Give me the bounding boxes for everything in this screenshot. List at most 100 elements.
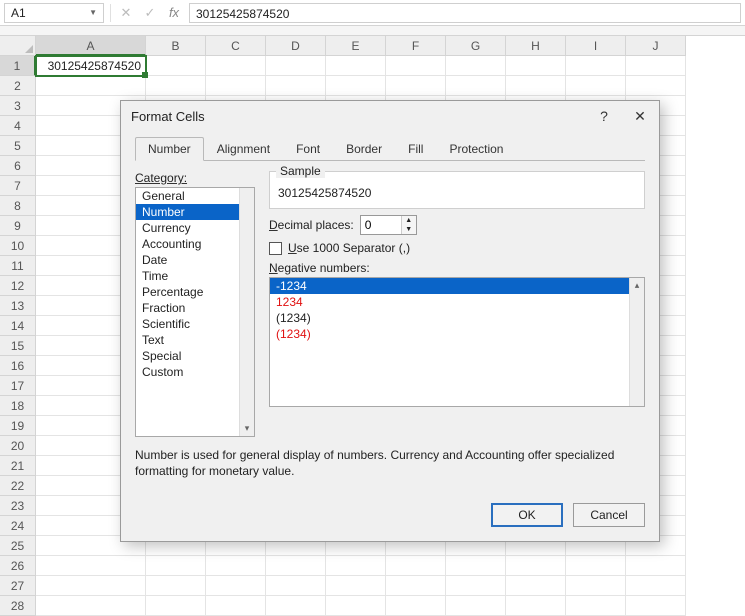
cell[interactable] (326, 76, 386, 96)
cell[interactable] (266, 56, 326, 76)
dialog-titlebar[interactable]: Format Cells ? ✕ (121, 101, 659, 131)
category-item[interactable]: Date (136, 252, 254, 268)
cell[interactable] (446, 56, 506, 76)
row-header[interactable]: 6 (0, 156, 36, 176)
row-header[interactable]: 3 (0, 96, 36, 116)
column-header[interactable]: E (326, 36, 386, 56)
cell[interactable] (146, 556, 206, 576)
row-header[interactable]: 1 (0, 56, 36, 76)
spinner-up[interactable]: ▲ (402, 216, 416, 225)
cell[interactable] (386, 76, 446, 96)
column-header[interactable]: F (386, 36, 446, 56)
cell[interactable] (36, 576, 146, 596)
cell[interactable] (326, 576, 386, 596)
category-item[interactable]: Percentage (136, 284, 254, 300)
category-item[interactable]: Accounting (136, 236, 254, 252)
cell[interactable] (206, 556, 266, 576)
cell[interactable] (446, 576, 506, 596)
category-item[interactable]: Number (136, 204, 254, 220)
category-item[interactable]: Special (136, 348, 254, 364)
cell[interactable] (626, 576, 686, 596)
row-header[interactable]: 2 (0, 76, 36, 96)
select-all-corner[interactable] (0, 36, 36, 56)
row-header[interactable]: 28 (0, 596, 36, 616)
column-header[interactable]: A (36, 36, 146, 56)
row-header[interactable]: 13 (0, 296, 36, 316)
cell[interactable] (266, 596, 326, 616)
cell[interactable] (446, 76, 506, 96)
column-header[interactable]: D (266, 36, 326, 56)
cell[interactable] (626, 596, 686, 616)
column-header[interactable]: J (626, 36, 686, 56)
cell[interactable] (206, 56, 266, 76)
tab-alignment[interactable]: Alignment (204, 137, 283, 161)
cell[interactable] (326, 596, 386, 616)
formula-input[interactable]: 30125425874520 (189, 3, 741, 23)
cell[interactable] (446, 596, 506, 616)
cell[interactable] (146, 56, 206, 76)
cell[interactable] (36, 556, 146, 576)
cell[interactable] (386, 596, 446, 616)
row-header[interactable]: 24 (0, 516, 36, 536)
negative-numbers-list[interactable]: -12341234(1234)(1234) (269, 277, 645, 407)
cell[interactable] (566, 76, 626, 96)
row-header[interactable]: 9 (0, 216, 36, 236)
column-header[interactable]: I (566, 36, 626, 56)
help-button[interactable]: ? (595, 107, 613, 125)
cell[interactable] (386, 56, 446, 76)
row-header[interactable]: 23 (0, 496, 36, 516)
row-header[interactable]: 16 (0, 356, 36, 376)
tab-number[interactable]: Number (135, 137, 204, 161)
category-list[interactable]: GeneralNumberCurrencyAccountingDateTimeP… (135, 187, 255, 437)
row-header[interactable]: 27 (0, 576, 36, 596)
row-header[interactable]: 25 (0, 536, 36, 556)
column-header[interactable]: H (506, 36, 566, 56)
category-item[interactable]: Currency (136, 220, 254, 236)
scrollbar[interactable] (629, 278, 644, 406)
cell[interactable] (146, 76, 206, 96)
column-header[interactable]: B (146, 36, 206, 56)
row-header[interactable]: 8 (0, 196, 36, 216)
category-item[interactable]: Scientific (136, 316, 254, 332)
cell[interactable] (626, 76, 686, 96)
cell[interactable] (206, 596, 266, 616)
category-item[interactable]: Time (136, 268, 254, 284)
row-header[interactable]: 17 (0, 376, 36, 396)
category-item[interactable]: Text (136, 332, 254, 348)
row-header[interactable]: 22 (0, 476, 36, 496)
cell[interactable] (386, 556, 446, 576)
cell[interactable] (506, 556, 566, 576)
negative-number-option[interactable]: (1234) (270, 326, 644, 342)
cell[interactable] (206, 576, 266, 596)
cell[interactable] (446, 556, 506, 576)
cell[interactable] (36, 76, 146, 96)
row-header[interactable]: 19 (0, 416, 36, 436)
tab-protection[interactable]: Protection (436, 137, 516, 161)
category-item[interactable]: Fraction (136, 300, 254, 316)
cell[interactable] (266, 576, 326, 596)
row-header[interactable]: 11 (0, 256, 36, 276)
row-header[interactable]: 4 (0, 116, 36, 136)
cell[interactable] (506, 576, 566, 596)
cell[interactable] (36, 596, 146, 616)
row-header[interactable]: 5 (0, 136, 36, 156)
row-header[interactable]: 14 (0, 316, 36, 336)
cell[interactable] (506, 56, 566, 76)
tab-fill[interactable]: Fill (395, 137, 436, 161)
cell[interactable] (566, 596, 626, 616)
cell[interactable] (566, 56, 626, 76)
cancel-button[interactable]: Cancel (573, 503, 645, 527)
cell[interactable] (146, 596, 206, 616)
row-header[interactable]: 10 (0, 236, 36, 256)
cancel-icon[interactable]: ✕ (117, 5, 135, 21)
cell[interactable] (326, 56, 386, 76)
use-separator-checkbox[interactable]: Use 1000 Separator (,) (269, 241, 645, 255)
cell[interactable] (626, 56, 686, 76)
negative-number-option[interactable]: -1234 (270, 278, 644, 294)
row-header[interactable]: 26 (0, 556, 36, 576)
row-header[interactable]: 21 (0, 456, 36, 476)
cell[interactable] (626, 556, 686, 576)
confirm-icon[interactable]: ✓ (141, 5, 159, 21)
cell[interactable] (266, 76, 326, 96)
row-header[interactable]: 18 (0, 396, 36, 416)
